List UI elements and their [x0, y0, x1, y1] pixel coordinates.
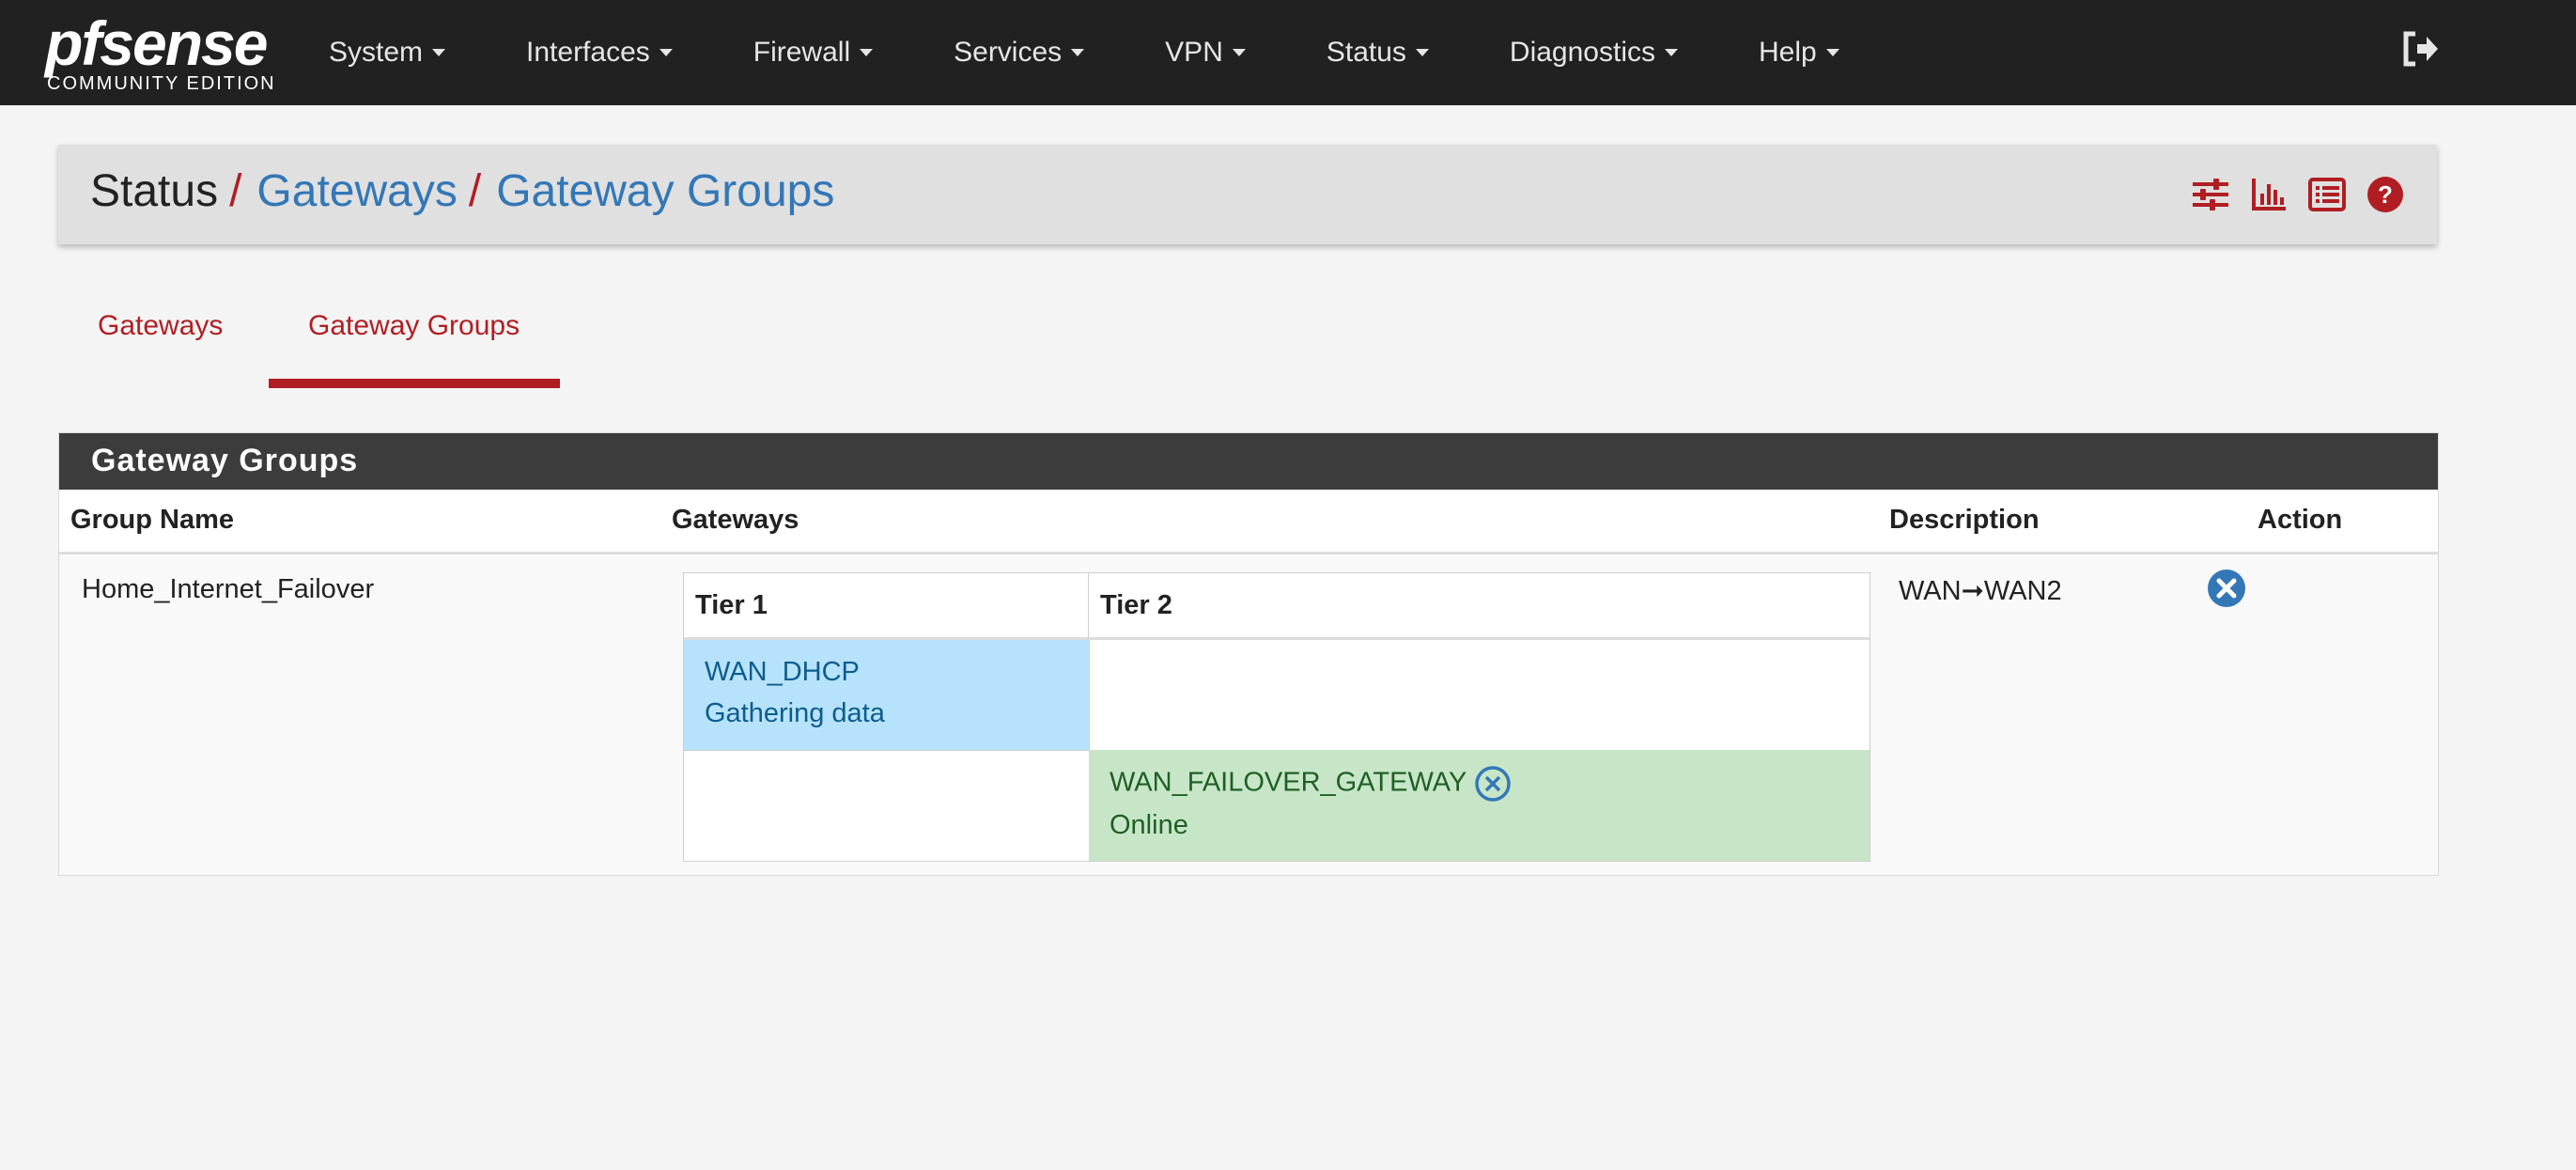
menu-firewall[interactable]: Firewall: [753, 37, 874, 69]
main-menu: System Interfaces Firewall Services VPN …: [329, 0, 1920, 105]
menu-label: System: [329, 37, 424, 68]
help-icon[interactable]: ?: [2366, 175, 2405, 214]
gateway-cell-wan-dhcp: WAN_DHCP Gathering data: [684, 640, 1089, 750]
gateway-status: Gathering data: [705, 698, 885, 728]
menu-vpn[interactable]: VPN: [1165, 37, 1246, 69]
active-tab-indicator: [269, 379, 560, 388]
logo-subtitle: COMMUNITY EDITION: [47, 73, 276, 94]
pfsense-logo[interactable]: pfsense COMMUNITY EDITION: [45, 8, 274, 101]
logo-sense: sense: [100, 8, 268, 78]
breadcrumb: Status / Gateways / Gateway Groups: [90, 165, 834, 217]
menu-diagnostics[interactable]: Diagnostics: [1510, 37, 1678, 69]
menu-status[interactable]: Status: [1327, 37, 1429, 69]
menu-services[interactable]: Services: [954, 37, 1085, 69]
empty-cell: [684, 750, 1089, 862]
column-header-action: Action: [2258, 505, 2343, 535]
menu-label: Firewall: [753, 37, 851, 68]
tab-gateways[interactable]: Gateways: [98, 310, 223, 342]
logo-pf: pf: [45, 8, 101, 78]
logo-wordmark: pfsense: [45, 8, 268, 79]
gateway-name: WAN_FAILOVER_GATEWAY: [1110, 767, 1467, 798]
caret-down-icon: [1071, 49, 1085, 56]
list-icon[interactable]: [2307, 175, 2347, 214]
tier-2-label: Tier 2: [1100, 590, 1172, 620]
menu-label: VPN: [1165, 37, 1223, 68]
circle-x-icon[interactable]: [1474, 765, 1512, 803]
description-from: WAN: [1899, 576, 1962, 606]
panel-heading: Gateway Groups: [59, 433, 2438, 490]
gateway-name-row: WAN_FAILOVER_GATEWAY: [1110, 765, 1512, 803]
tier-1-label: Tier 1: [695, 590, 768, 620]
top-navbar: pfsense COMMUNITY EDITION System Interfa…: [0, 0, 2576, 105]
right-arrow-icon: ➞: [1961, 576, 1984, 606]
menu-label: Status: [1326, 37, 1406, 68]
tier-header: Tier 1: [684, 573, 1089, 640]
tier-table: Tier 1 Tier 2 WAN_DHCP Gathering data WA…: [683, 572, 1870, 862]
tier-header: Tier 2: [1089, 573, 1870, 640]
table-header: Group Name Gateways Description Action: [59, 490, 2438, 554]
delete-group-icon[interactable]: [2207, 569, 2246, 608]
group-name-cell: Home_Internet_Failover: [82, 574, 375, 604]
menu-interfaces[interactable]: Interfaces: [526, 37, 673, 69]
breadcrumb-separator: /: [229, 166, 242, 216]
menu-help[interactable]: Help: [1759, 37, 1839, 69]
caret-down-icon: [1825, 49, 1839, 56]
caret-down-icon: [1415, 49, 1429, 56]
column-header-description[interactable]: Description: [1889, 505, 2040, 536]
breadcrumb-separator: /: [468, 166, 482, 216]
caret-down-icon: [432, 49, 446, 56]
menu-label: Interfaces: [526, 37, 650, 68]
caret-down-icon: [860, 49, 874, 56]
empty-cell: [1089, 640, 1870, 750]
breadcrumb-bar: Status / Gateways / Gateway Groups ?: [58, 145, 2437, 244]
caret-down-icon: [1665, 49, 1678, 56]
description-to: WAN2: [1983, 576, 2062, 606]
menu-label: Services: [954, 37, 1063, 68]
breadcrumb-gateway-groups-link[interactable]: Gateway Groups: [496, 166, 834, 216]
tab-gateway-groups[interactable]: Gateway Groups: [308, 310, 520, 342]
sliders-icon[interactable]: [2191, 175, 2230, 214]
caret-down-icon: [1232, 49, 1246, 56]
breadcrumb-gateways-link[interactable]: Gateways: [256, 166, 457, 216]
sign-out-icon[interactable]: [2400, 28, 2442, 70]
bar-chart-icon[interactable]: [2249, 175, 2289, 214]
menu-system[interactable]: System: [329, 37, 446, 69]
gateway-groups-panel: Gateway Groups Group Name Gateways Descr…: [58, 432, 2439, 876]
caret-down-icon: [659, 49, 673, 56]
column-header-group-name[interactable]: Group Name: [70, 505, 234, 536]
breadcrumb-status: Status: [90, 166, 219, 216]
breadcrumb-shortcuts: ?: [2191, 175, 2405, 214]
gateway-cell-wan-failover: WAN_FAILOVER_GATEWAY Online: [1089, 750, 1870, 861]
description-cell: WAN➞WAN2: [1899, 574, 2062, 607]
menu-label: Help: [1759, 37, 1817, 68]
gateway-name: WAN_DHCP: [705, 657, 860, 687]
panel-title: Gateway Groups: [91, 443, 359, 478]
svg-text:?: ?: [2378, 180, 2393, 209]
column-header-gateways[interactable]: Gateways: [672, 505, 799, 536]
menu-label: Diagnostics: [1509, 37, 1655, 68]
gateway-status: Online: [1110, 810, 1188, 840]
